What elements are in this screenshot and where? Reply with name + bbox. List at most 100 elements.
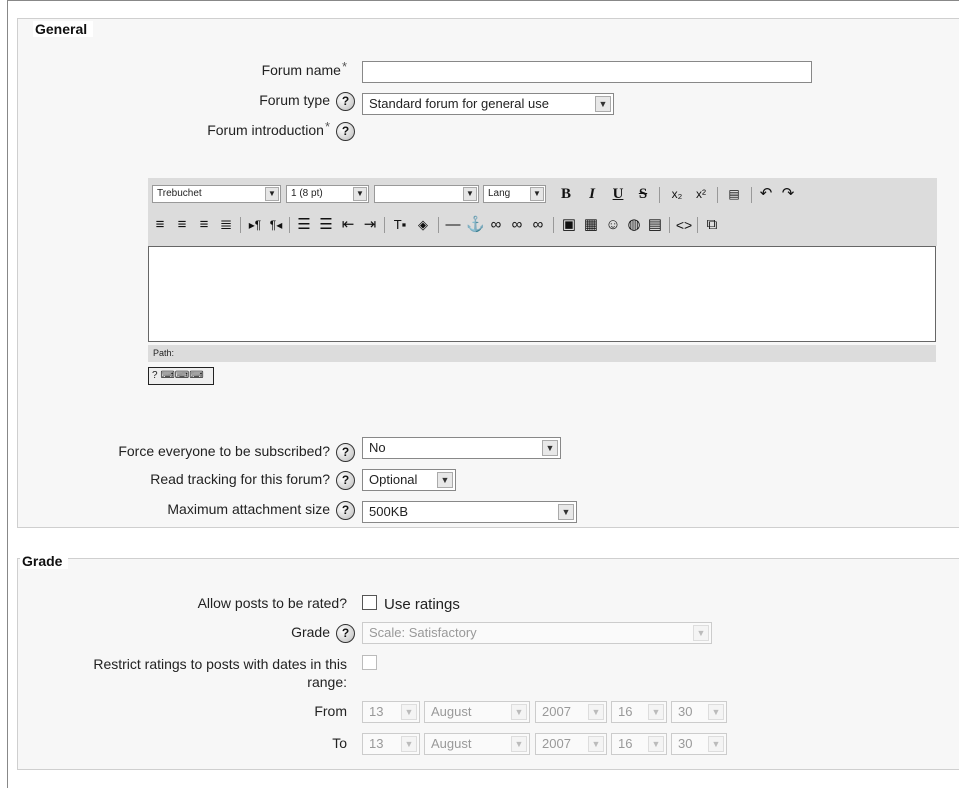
subscribe-select[interactable]: No ▼ [362, 437, 561, 459]
toolbar-separator [289, 217, 290, 233]
from-day-select[interactable]: 13 ▼ [362, 701, 420, 723]
chevron-down-icon: ▼ [437, 472, 453, 488]
toolbar-separator [553, 217, 554, 233]
anchor-icon[interactable]: ⚓ [466, 215, 485, 235]
subscript-icon[interactable]: x₂ [667, 184, 687, 204]
toolbar-separator [669, 217, 670, 233]
forum-type-select[interactable]: Standard forum for general use ▼ [362, 93, 614, 115]
from-label: From [314, 703, 347, 719]
font-select[interactable]: Trebuchet ▼ [152, 185, 281, 203]
attachment-select[interactable]: 500KB ▼ [362, 501, 577, 523]
keyboard-icon[interactable]: ? ⌨⌨⌨ [148, 367, 214, 385]
ltr-icon[interactable]: ▸¶ [247, 215, 263, 235]
align-center-icon[interactable]: ≡ [173, 215, 191, 235]
indent-icon[interactable]: ⇥ [361, 215, 379, 235]
smiley-icon[interactable]: ☺ [604, 215, 622, 235]
grade-label: Grade? [291, 624, 355, 643]
chevron-down-icon: ▼ [511, 736, 527, 752]
rtl-icon[interactable]: ¶◂ [268, 215, 284, 235]
from-year-select[interactable]: 2007 ▼ [535, 701, 607, 723]
editor-path-bar: Path: [148, 345, 936, 362]
restrict-label: Restrict ratings to posts with dates in … [93, 656, 347, 690]
underline-icon[interactable]: U [610, 184, 626, 204]
help-icon[interactable]: ? [336, 92, 355, 111]
to-day-select[interactable]: 13 ▼ [362, 733, 420, 755]
chevron-down-icon: ▼ [463, 187, 477, 201]
use-ratings-checkbox[interactable] [362, 595, 377, 610]
fullscreen-icon[interactable]: ⧉ [703, 215, 721, 235]
to-month-select[interactable]: August ▼ [424, 733, 530, 755]
tracking-select[interactable]: Optional ▼ [362, 469, 456, 491]
unlink-icon[interactable]: ∞ [508, 215, 526, 235]
redo-icon[interactable]: ↷ [779, 184, 797, 204]
special-char-icon[interactable]: ◍ [625, 215, 643, 235]
chevron-down-icon: ▼ [401, 704, 417, 720]
grade-select[interactable]: Scale: Satisfactory ▼ [362, 622, 712, 644]
search-replace-icon[interactable]: ▤ [646, 215, 664, 235]
forum-type-label: Forum type? [259, 92, 355, 111]
general-legend: General [33, 21, 94, 37]
chevron-down-icon: ▼ [558, 504, 574, 520]
forum-name-input[interactable] [362, 61, 812, 83]
lang-select[interactable]: Lang ▼ [483, 185, 546, 203]
italic-icon[interactable]: I [584, 184, 600, 204]
use-ratings-label: Use ratings [384, 596, 460, 613]
help-icon[interactable]: ? [336, 471, 355, 490]
editor-content-area[interactable] [148, 246, 936, 342]
chevron-down-icon: ▼ [511, 704, 527, 720]
from-hour-select[interactable]: 16 ▼ [611, 701, 667, 723]
html-source-icon[interactable]: <> [675, 215, 693, 235]
allow-rate-label: Allow posts to be rated? [197, 595, 347, 611]
align-left-icon[interactable]: ≡ [151, 215, 169, 235]
chevron-down-icon: ▼ [693, 625, 709, 641]
unordered-list-icon[interactable]: ☰ [317, 215, 335, 235]
chevron-down-icon: ▼ [542, 440, 558, 456]
toolbar-separator [697, 217, 698, 233]
justify-icon[interactable]: ≣ [217, 215, 235, 235]
toolbar-separator [384, 217, 385, 233]
chevron-down-icon: ▼ [353, 187, 367, 201]
strikethrough-icon[interactable]: S [634, 184, 652, 204]
tracking-label: Read tracking for this forum?? [150, 471, 355, 490]
to-label: To [332, 735, 347, 751]
help-icon[interactable]: ? [336, 624, 355, 643]
table-icon[interactable]: ▦ [582, 215, 600, 235]
subscribe-label: Force everyone to be subscribed?? [118, 443, 355, 462]
clean-word-icon[interactable]: ▤ [724, 184, 744, 204]
nolink-icon[interactable]: ∞ [529, 215, 547, 235]
background-color-icon[interactable]: ◈ [413, 215, 433, 235]
ordered-list-icon[interactable]: ☰ [295, 215, 313, 235]
superscript-icon[interactable]: x² [691, 184, 711, 204]
size-select[interactable]: 1 (8 pt) ▼ [286, 185, 369, 203]
outdent-icon[interactable]: ⇤ [339, 215, 357, 235]
required-marker: * [341, 59, 347, 74]
from-month-select[interactable]: August ▼ [424, 701, 530, 723]
toolbar-separator [717, 187, 718, 203]
toolbar-separator [240, 217, 241, 233]
bold-icon[interactable]: B [558, 184, 574, 204]
to-minute-select[interactable]: 30 ▼ [671, 733, 727, 755]
help-icon[interactable]: ? [336, 443, 355, 462]
chevron-down-icon: ▼ [265, 187, 279, 201]
format-select[interactable]: ▼ [374, 185, 479, 203]
to-year-select[interactable]: 2007 ▼ [535, 733, 607, 755]
horizontal-rule-icon[interactable]: — [444, 215, 462, 235]
link-icon[interactable]: ∞ [487, 215, 505, 235]
restrict-ratings-checkbox[interactable] [362, 655, 377, 670]
toolbar-separator [751, 187, 752, 203]
chevron-down-icon: ▼ [648, 704, 664, 720]
help-icon[interactable]: ? [336, 501, 355, 520]
undo-icon[interactable]: ↶ [757, 184, 775, 204]
chevron-down-icon: ▼ [530, 187, 544, 201]
chevron-down-icon: ▼ [708, 704, 724, 720]
chevron-down-icon: ▼ [588, 704, 604, 720]
chevron-down-icon: ▼ [588, 736, 604, 752]
help-icon[interactable]: ? [336, 122, 355, 141]
align-right-icon[interactable]: ≡ [195, 215, 213, 235]
toolbar-separator [659, 187, 660, 203]
image-icon[interactable]: ▣ [560, 215, 578, 235]
text-color-icon[interactable]: T▪ [390, 215, 410, 235]
from-minute-select[interactable]: 30 ▼ [671, 701, 727, 723]
chevron-down-icon: ▼ [401, 736, 417, 752]
to-hour-select[interactable]: 16 ▼ [611, 733, 667, 755]
